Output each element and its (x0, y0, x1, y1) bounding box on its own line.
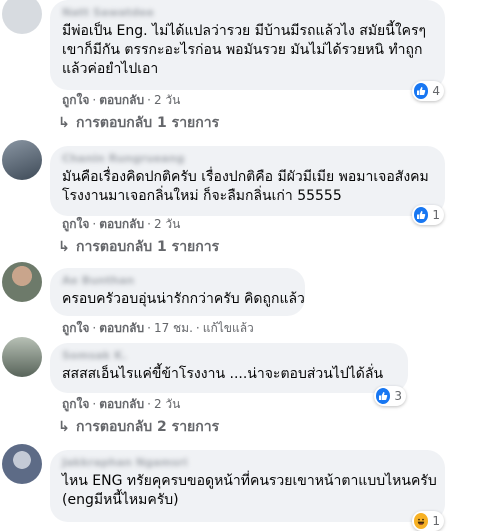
reply-link[interactable]: ตอบกลับ (99, 93, 144, 107)
like-link[interactable]: ถูกใจ (62, 93, 89, 107)
reaction-summary[interactable]: 4 (412, 81, 444, 101)
comment-text: ไหน ENG ทรัยคุครบขอดูหน้าที่คนรวยเขาหน้า… (62, 473, 437, 508)
view-replies-link[interactable]: ↳ การตอบกลับ 2 รายการ (58, 418, 219, 436)
reply-arrow-icon: ↳ (58, 419, 70, 435)
comment-actions: ถูกใจ · ตอบกลับ · 17 ชม. · แก้ไขแล้ว (62, 321, 254, 335)
reply-arrow-icon: ↳ (58, 239, 70, 255)
reply-link[interactable]: ตอบกลับ (99, 217, 144, 231)
comment-bubble: Somsak K. สสสสเอ็นไรแค่ขี้ข้าโรงงาน ....… (50, 343, 408, 393)
avatar[interactable] (2, 444, 42, 484)
like-icon (376, 388, 391, 404)
view-replies-link[interactable]: ↳ การตอบกลับ 1 รายการ (58, 114, 219, 132)
reaction-count: 4 (432, 84, 440, 98)
reply-link[interactable]: ตอบกลับ (99, 397, 144, 411)
comment-author[interactable]: Somsak K. (62, 349, 396, 362)
comment-text: มีพ่อเป็น Eng. ไม่ได้แปลว่ารวย มีบ้านมีร… (62, 23, 427, 77)
comment-text: มันคือเรื่องคิดปกติครับ เรื่องปกติคือ มี… (62, 169, 429, 204)
comment-author[interactable]: Jakkraphan Ngamsri (62, 456, 433, 469)
reaction-count: 1 (432, 208, 440, 222)
comment-time[interactable]: 2 วัน (154, 397, 180, 411)
comment-text: ครอบครัวอบอุ่นน่ารักกว่าครับ คิดถูกแล้ว (62, 291, 305, 307)
reaction-summary[interactable]: 1 (412, 205, 444, 225)
comment-actions: ถูกใจ · ตอบกลับ · 2 วัน (62, 93, 181, 107)
avatar[interactable] (2, 262, 42, 302)
avatar[interactable] (2, 337, 42, 377)
edited-label: แก้ไขแล้ว (202, 321, 254, 335)
reply-link[interactable]: ตอบกลับ (99, 321, 144, 335)
comment-text: สสสสเอ็นไรแค่ขี้ข้าโรงงาน ....น่าจะตอบส่… (62, 366, 384, 382)
comment-bubble: Chanin Rungrueang มันคือเรื่องคิดปกติครั… (50, 146, 445, 216)
comment-actions: ถูกใจ · ตอบกลับ · 2 วัน (62, 397, 181, 411)
like-icon (414, 207, 429, 223)
like-icon (414, 83, 429, 99)
haha-icon (414, 513, 429, 529)
comment-time[interactable]: 2 วัน (154, 93, 180, 107)
view-replies-link[interactable]: ↳ การตอบกลับ 1 รายการ (58, 238, 219, 256)
reaction-summary[interactable]: 3 (374, 386, 406, 406)
like-link[interactable]: ถูกใจ (62, 321, 89, 335)
reply-arrow-icon: ↳ (58, 115, 70, 131)
reaction-count: 1 (432, 514, 440, 528)
avatar[interactable] (2, 0, 42, 34)
comment-author[interactable]: Natt Sawatdee (62, 6, 433, 19)
comment-author[interactable]: Ae Bunthan (62, 274, 293, 287)
avatar[interactable] (2, 140, 42, 180)
comment-time[interactable]: 2 วัน (154, 217, 180, 231)
comment-bubble: Ae Bunthan ครอบครัวอบอุ่นน่ารักกว่าครับ … (50, 268, 305, 316)
comment-bubble: Natt Sawatdee มีพ่อเป็น Eng. ไม่ได้แปลว่… (50, 0, 445, 90)
reaction-summary[interactable]: 1 (412, 511, 444, 531)
reaction-count: 3 (394, 389, 402, 403)
comment-time[interactable]: 17 ชม. (154, 321, 193, 335)
comment-bubble: Jakkraphan Ngamsri ไหน ENG ทรัยคุครบขอดู… (50, 450, 445, 522)
like-link[interactable]: ถูกใจ (62, 397, 89, 411)
comment-author[interactable]: Chanin Rungrueang (62, 152, 433, 165)
comment-actions: ถูกใจ · ตอบกลับ · 2 วัน (62, 217, 181, 231)
like-link[interactable]: ถูกใจ (62, 217, 89, 231)
